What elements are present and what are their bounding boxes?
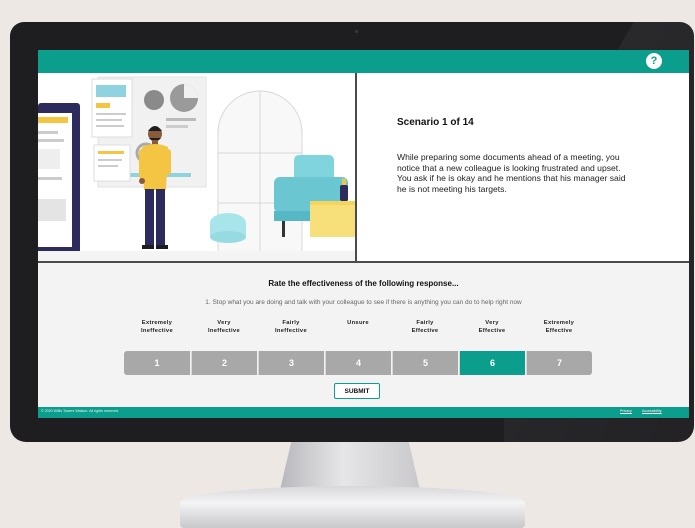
scale-label-1: Extremely Ineffective [141,320,173,334]
scenario-text: While preparing some documents ahead of … [397,152,626,194]
accessibility-link[interactable]: Accessibility [642,409,662,413]
scale-option-4[interactable]: 4 [325,351,391,375]
monitor-base [180,486,525,528]
scale-option-1[interactable]: 1 [124,351,190,375]
response-text: 1. Stop what you are doing and talk with… [205,299,522,306]
privacy-link[interactable]: Privacy [620,409,632,413]
scale-option-5[interactable]: 5 [392,351,458,375]
top-bar: ? [38,50,689,73]
scale-label-6: Very Effective [478,320,506,334]
footer-bar: © 2020 Willis Towers Watson. All rights … [38,407,689,418]
scale-option-6[interactable]: 6 [459,351,525,375]
help-button[interactable]: ? [646,53,662,69]
scale-option-2[interactable]: 2 [191,351,257,375]
monitor-camera [355,30,358,33]
submit-button[interactable]: SUBMIT [334,383,380,399]
scale-label-2: Very Ineffective [208,320,240,334]
scale-label-5: Fairly Effective [411,320,439,334]
scenario-title: Scenario 1 of 14 [397,117,474,128]
panel-divider-horizontal [38,261,689,263]
scenario-illustration [38,73,355,261]
scale-label-7: Extremely Effective [543,320,575,334]
copyright-text: © 2020 Willis Towers Watson. All rights … [41,409,119,413]
scale-label-4: Unsure [347,320,369,326]
office-scene-illustration [38,73,355,261]
scale-option-7[interactable]: 7 [526,351,592,375]
question-prompt: Rate the effectiveness of the following … [268,279,459,288]
scale-option-3[interactable]: 3 [258,351,324,375]
scenario-panel: Scenario 1 of 14 While preparing some do… [357,73,689,261]
question-mark-icon: ? [650,55,658,67]
app-screen: ? Scenario 1 of 14 While preparing some … [38,50,689,418]
scale-label-3: Fairly Ineffective [275,320,307,334]
monitor-stand [280,442,420,490]
